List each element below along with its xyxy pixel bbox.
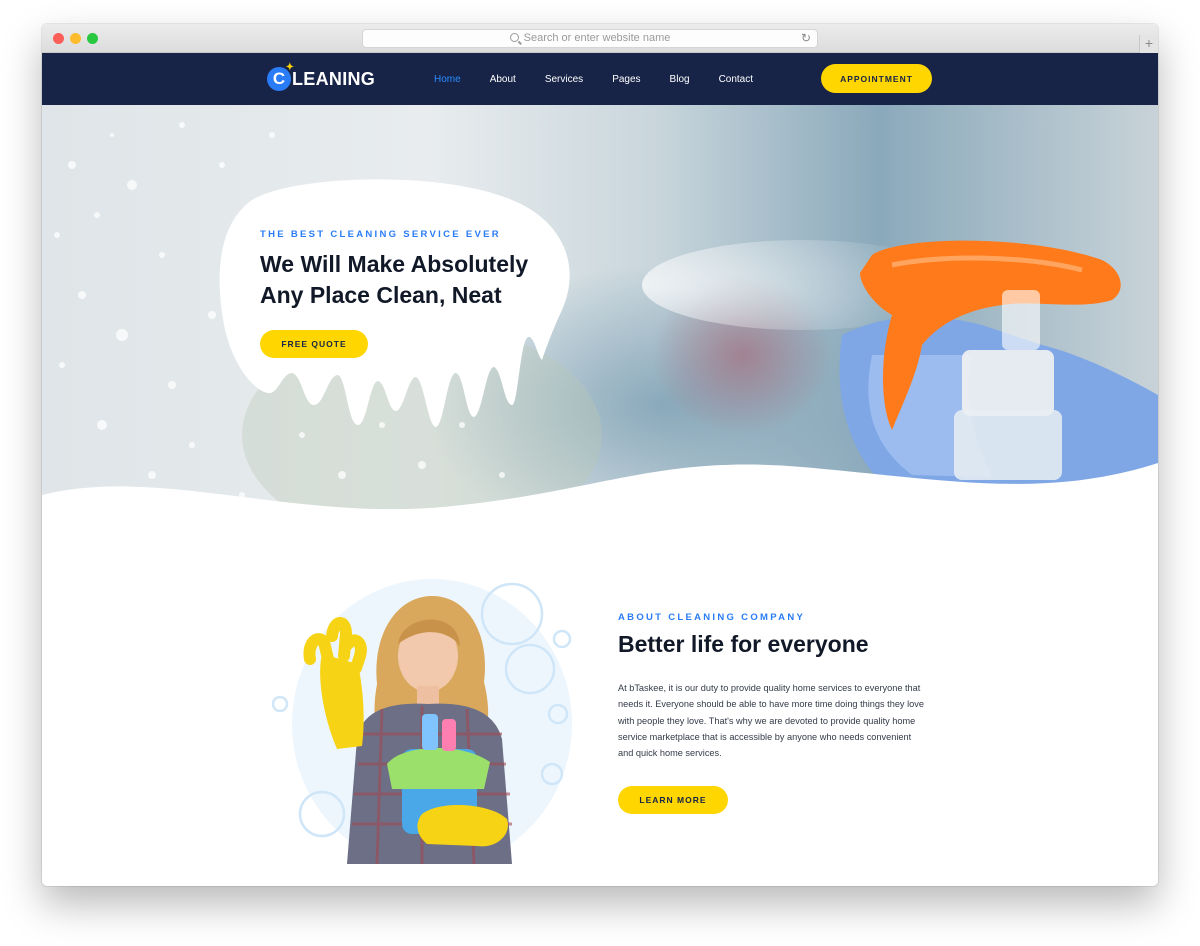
close-window-button[interactable] bbox=[53, 33, 64, 44]
minimize-window-button[interactable] bbox=[70, 33, 81, 44]
about-illustration bbox=[271, 579, 572, 864]
main-nav: Home About Services Pages Blog Contact bbox=[434, 53, 782, 105]
about-eyebrow: ABOUT CLEANING COMPANY bbox=[618, 612, 806, 623]
browser-window: Search or enter website name ↻ + C ✦ LEAN… bbox=[42, 24, 1158, 886]
nav-item-home[interactable]: Home bbox=[434, 74, 461, 85]
logo-text: LEANING bbox=[292, 68, 376, 89]
site-logo[interactable]: C ✦ LEANING bbox=[267, 63, 376, 92]
appointment-button[interactable]: APPOINTMENT bbox=[821, 64, 932, 93]
zoom-window-button[interactable] bbox=[87, 33, 98, 44]
site-navbar: C ✦ LEANING Home About Services Pages Blo… bbox=[42, 53, 1158, 105]
about-description: At bTaskee, it is our duty to provide qu… bbox=[618, 683, 924, 759]
nav-item-pages[interactable]: Pages bbox=[612, 74, 640, 85]
logo-letter: C bbox=[272, 69, 286, 88]
nav-item-contact[interactable]: Contact bbox=[719, 74, 753, 85]
spray-bottle-illustration bbox=[839, 240, 1158, 505]
nav-item-blog[interactable]: Blog bbox=[670, 74, 690, 85]
nav-item-about[interactable]: About bbox=[490, 74, 516, 85]
reload-icon[interactable]: ↻ bbox=[801, 30, 811, 47]
address-bar-placeholder: Search or enter website name bbox=[523, 32, 671, 44]
free-quote-button[interactable]: FREE QUOTE bbox=[260, 330, 368, 358]
learn-more-button[interactable]: LEARN MORE bbox=[618, 786, 728, 814]
hero-background-image bbox=[42, 105, 1158, 515]
sparkle-icon: ✦ bbox=[285, 62, 294, 73]
address-bar[interactable]: Search or enter website name ↻ bbox=[362, 29, 818, 48]
nav-item-services[interactable]: Services bbox=[545, 74, 583, 85]
search-icon bbox=[509, 33, 519, 42]
about-title: Better life for everyone bbox=[618, 631, 869, 657]
hero-section: THE BEST CLEANING SERVICE EVER We Will M… bbox=[42, 105, 1158, 515]
logo-icon: C ✦ bbox=[267, 63, 294, 91]
browser-titlebar: Search or enter website name ↻ + bbox=[42, 24, 1158, 53]
hero-eyebrow: THE BEST CLEANING SERVICE EVER bbox=[260, 229, 501, 240]
new-tab-button[interactable]: + bbox=[1139, 35, 1158, 53]
hero-title: We Will Make Absolutely Any Place Clean,… bbox=[260, 251, 529, 308]
